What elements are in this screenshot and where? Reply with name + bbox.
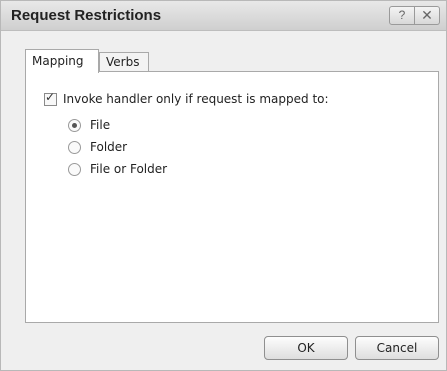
cancel-button[interactable]: Cancel (355, 336, 439, 360)
radio-file-or-folder-label: File or Folder (90, 162, 168, 176)
title-bar: Request Restrictions ? ✕ (1, 1, 446, 31)
dialog-title: Request Restrictions (11, 7, 162, 24)
invoke-handler-checkbox[interactable] (44, 90, 57, 106)
mapping-panel: Invoke handler only if request is mapped… (25, 71, 439, 323)
tab-mapping[interactable]: Mapping (25, 49, 99, 73)
radio-folder-row[interactable]: Folder (68, 140, 127, 154)
radio-folder-label: Folder (90, 140, 128, 154)
radio-folder[interactable] (68, 140, 81, 154)
invoke-handler-checkbox-row[interactable]: Invoke handler only if request is mapped… (44, 90, 329, 106)
radio-file[interactable] (68, 118, 81, 132)
radio-file-row[interactable]: File (68, 118, 110, 132)
ok-button[interactable]: OK (264, 336, 348, 360)
radio-file-or-folder[interactable] (68, 162, 81, 176)
title-bar-buttons: ? ✕ (389, 6, 440, 25)
radio-file-or-folder-row[interactable]: File or Folder (68, 162, 167, 176)
help-button[interactable]: ? (389, 6, 415, 25)
request-restrictions-dialog: Request Restrictions ? ✕ Mapping Verbs I… (0, 0, 447, 371)
close-button[interactable]: ✕ (415, 6, 440, 25)
radio-file-label: File (90, 118, 111, 132)
invoke-handler-label: Invoke handler only if request is mapped… (63, 92, 329, 106)
tab-verbs[interactable]: Verbs (99, 52, 149, 72)
